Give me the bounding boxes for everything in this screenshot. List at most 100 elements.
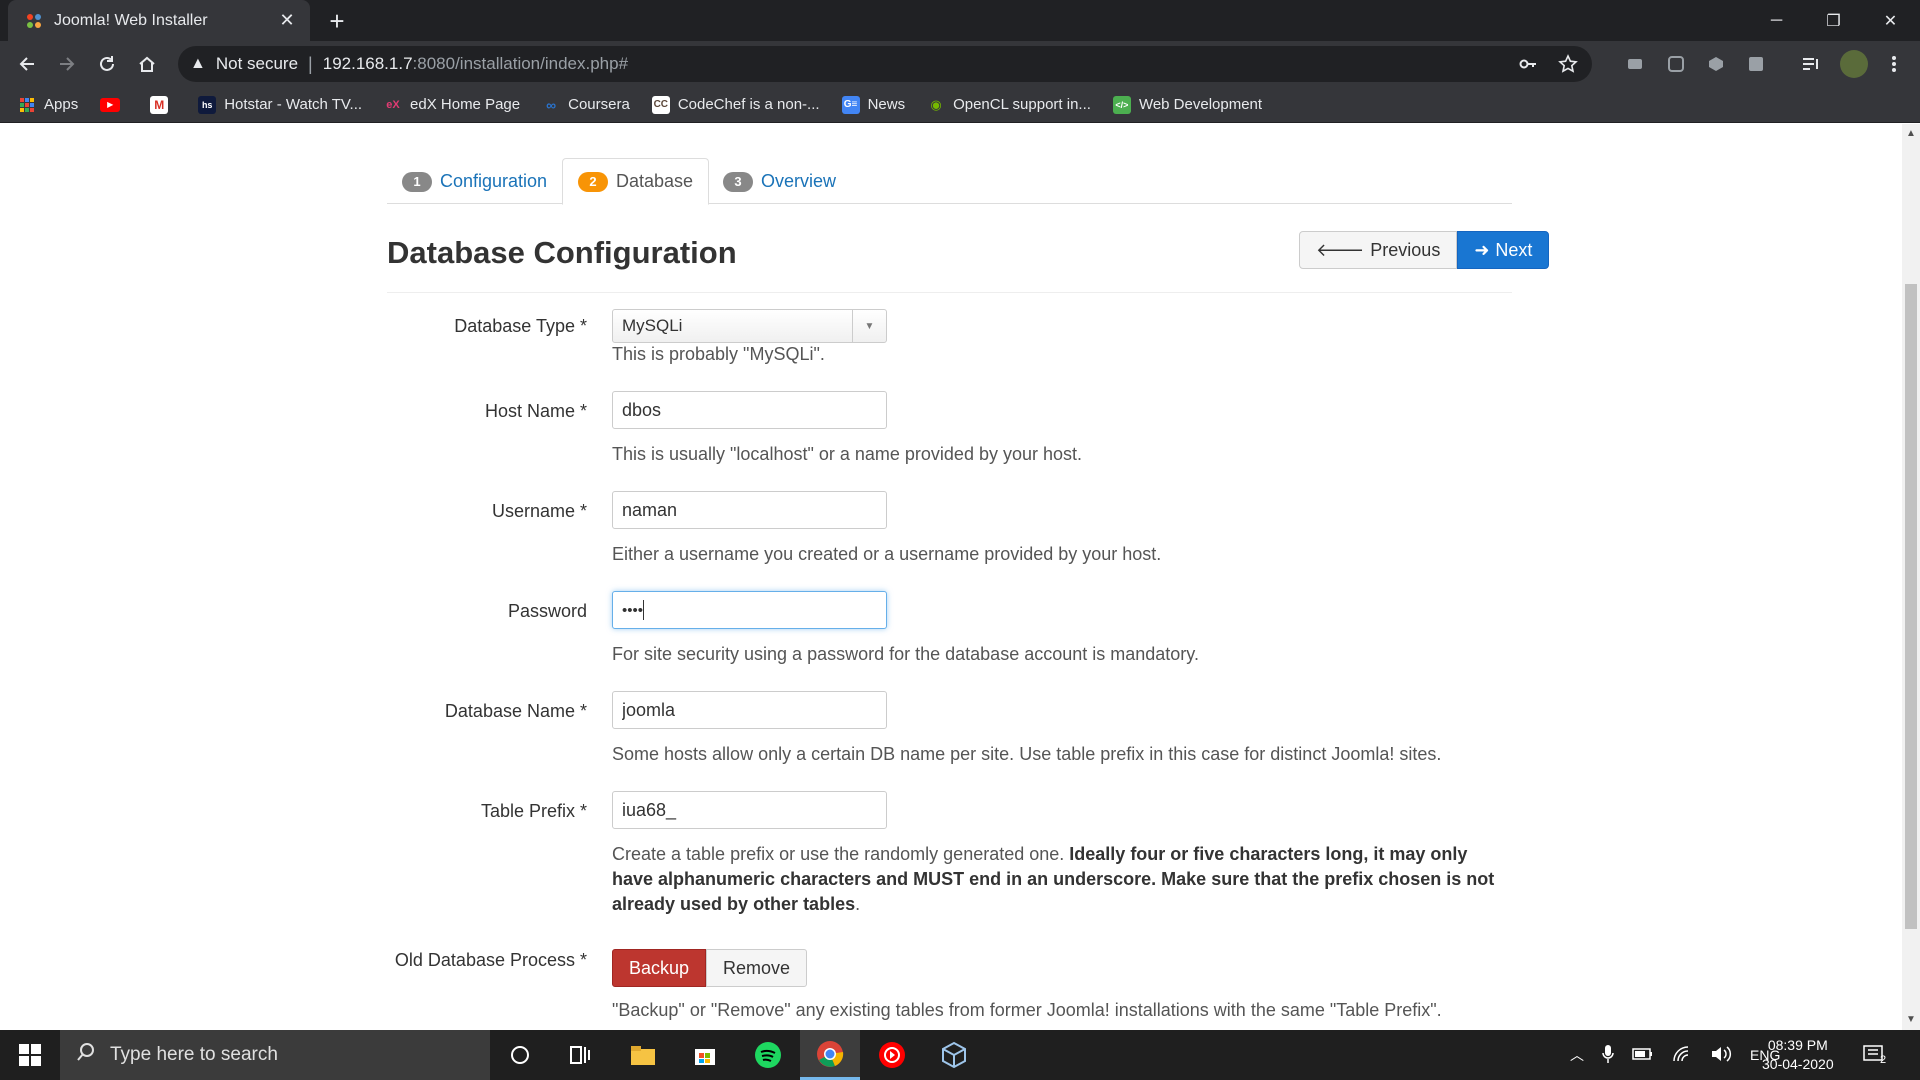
previous-button[interactable]: 🡐 Previous bbox=[1299, 231, 1458, 269]
table-prefix-input[interactable] bbox=[612, 791, 887, 829]
spotify-icon[interactable] bbox=[738, 1030, 798, 1080]
bookmark-gmail[interactable]: M bbox=[150, 95, 176, 114]
bookmark-coursera[interactable]: ∞ Coursera bbox=[542, 96, 630, 114]
scroll-down-icon[interactable]: ▼ bbox=[1906, 1014, 1916, 1025]
tab-title: Joomla! Web Installer bbox=[54, 11, 208, 29]
volume-icon[interactable] bbox=[1710, 1045, 1732, 1066]
tab-close-icon[interactable]: ✕ bbox=[276, 10, 298, 31]
nvidia-icon: ◉ bbox=[930, 96, 942, 112]
browser-tab[interactable]: Joomla! Web Installer ✕ bbox=[8, 0, 310, 41]
file-explorer-icon[interactable] bbox=[613, 1030, 673, 1080]
tab-overview[interactable]: 3 Overview bbox=[708, 158, 851, 205]
key-icon[interactable] bbox=[1518, 54, 1538, 79]
gmail-icon: M bbox=[150, 95, 169, 114]
chevron-up-icon[interactable]: ︿ bbox=[1570, 1045, 1584, 1065]
extension-1-icon[interactable] bbox=[1623, 52, 1647, 76]
backup-button[interactable]: Backup bbox=[612, 949, 707, 987]
bookmark-label: OpenCL support in... bbox=[953, 96, 1091, 113]
step-number-badge: 3 bbox=[723, 171, 753, 192]
bookmark-youtube[interactable]: ▶ bbox=[100, 97, 128, 112]
apps-grid-icon bbox=[18, 96, 36, 114]
tab-label: Database bbox=[616, 171, 694, 191]
reload-button[interactable] bbox=[91, 48, 123, 80]
restore-button[interactable]: ❐ bbox=[1805, 0, 1862, 41]
bookmark-edx[interactable]: eX edX Home Page bbox=[384, 96, 520, 114]
back-button[interactable] bbox=[11, 48, 43, 80]
chrome-taskbar-icon[interactable] bbox=[800, 1030, 860, 1080]
url-separator: | bbox=[308, 53, 313, 74]
codechef-icon: CC bbox=[651, 95, 670, 114]
action-center-button[interactable]: 2 bbox=[1862, 1030, 1886, 1080]
wifi-icon[interactable] bbox=[1672, 1045, 1692, 1065]
cortana-button[interactable] bbox=[490, 1030, 550, 1080]
db-type-value: MySQLi bbox=[622, 316, 683, 335]
search-placeholder: Type here to search bbox=[110, 1044, 278, 1065]
security-label[interactable]: Not secure bbox=[216, 54, 298, 74]
profile-avatar[interactable] bbox=[1840, 50, 1868, 78]
page-content: 1 Configuration 2 Database 3 Overview Da… bbox=[0, 124, 1902, 1030]
next-label: Next bbox=[1495, 239, 1533, 260]
page-title: Database Configuration bbox=[387, 235, 737, 270]
microsoft-store-icon[interactable] bbox=[675, 1030, 735, 1080]
bookmark-apps[interactable]: Apps bbox=[18, 96, 78, 114]
username-label: Username * bbox=[491, 501, 587, 521]
virtualbox-icon[interactable] bbox=[924, 1030, 984, 1080]
battery-icon[interactable] bbox=[1632, 1047, 1654, 1064]
password-input[interactable]: •••• bbox=[612, 591, 887, 629]
chevron-down-icon[interactable]: ▼ bbox=[852, 310, 886, 342]
windows-logo-icon bbox=[19, 1044, 41, 1066]
bookmark-star-icon[interactable] bbox=[1558, 54, 1578, 79]
bookmark-opencl[interactable]: ◉ OpenCL support in... bbox=[927, 96, 1091, 114]
scroll-up-icon[interactable]: ▲ bbox=[1906, 128, 1916, 139]
bookmark-news[interactable]: G≡ News bbox=[841, 95, 906, 114]
microphone-icon[interactable] bbox=[1602, 1044, 1614, 1067]
hotstar-icon: hs bbox=[198, 95, 217, 114]
db-name-label: Database Name * bbox=[444, 701, 587, 721]
menu-kebab-icon[interactable] bbox=[1882, 52, 1906, 76]
tab-configuration[interactable]: 1 Configuration bbox=[387, 158, 562, 205]
forward-button[interactable] bbox=[51, 48, 83, 80]
clock-time: 08:39 PM bbox=[1767, 1037, 1828, 1053]
tab-database[interactable]: 2 Database bbox=[562, 158, 710, 205]
bookmark-label: Hotstar - Watch TV... bbox=[224, 96, 363, 113]
address-bar[interactable]: ▲ Not secure | 192.168.1.7 :8080/install… bbox=[178, 46, 1592, 82]
next-button[interactable]: ➜ Next bbox=[1457, 231, 1550, 269]
bookmark-label: News bbox=[867, 96, 906, 113]
scrollbar-thumb[interactable] bbox=[1905, 284, 1917, 929]
divider bbox=[387, 292, 1512, 293]
bookmark-label: edX Home Page bbox=[410, 96, 521, 113]
bookmark-codechef[interactable]: CC CodeChef is a non-... bbox=[651, 95, 820, 114]
bookmark-label: CodeChef is a non-... bbox=[677, 96, 820, 113]
remove-button[interactable]: Remove bbox=[706, 949, 808, 987]
db-type-label: Database Type * bbox=[454, 316, 587, 336]
edx-icon: eX bbox=[386, 98, 400, 111]
bookmark-label: Coursera bbox=[568, 96, 630, 113]
previous-label: Previous bbox=[1370, 239, 1441, 260]
bookmark-hotstar[interactable]: hs Hotstar - Watch TV... bbox=[198, 95, 363, 114]
taskbar-search[interactable]: Type here to search bbox=[60, 1030, 490, 1080]
youtube-music-icon[interactable] bbox=[862, 1030, 922, 1080]
extension-4-icon[interactable] bbox=[1744, 52, 1768, 76]
clock[interactable]: 08:39 PM 30-04-2020 bbox=[1762, 1036, 1834, 1074]
host-name-label: Host Name * bbox=[484, 401, 587, 421]
media-control-icon[interactable] bbox=[1799, 52, 1823, 76]
warning-icon[interactable]: ▲ bbox=[190, 55, 206, 73]
home-button[interactable] bbox=[131, 48, 163, 80]
extension-2-icon[interactable] bbox=[1664, 52, 1688, 76]
close-window-button[interactable]: ✕ bbox=[1862, 0, 1919, 41]
db-name-input[interactable] bbox=[612, 691, 887, 729]
old-db-help: "Backup" or "Remove" any existing tables… bbox=[612, 1000, 1442, 1020]
start-button[interactable] bbox=[0, 1030, 60, 1080]
bookmarks-bar: Apps ▶ M hs Hotstar - Watch TV... eX edX… bbox=[0, 87, 1920, 123]
page-scrollbar[interactable]: ▲ ▼ bbox=[1902, 124, 1920, 1030]
username-input[interactable] bbox=[612, 491, 887, 529]
task-view-button[interactable] bbox=[550, 1030, 610, 1080]
host-name-input[interactable] bbox=[612, 391, 887, 429]
extension-3-icon[interactable] bbox=[1704, 52, 1728, 76]
prefix-help-plain: Create a table prefix or use the randoml… bbox=[612, 844, 1070, 864]
bookmark-webdev[interactable]: </> Web Development bbox=[1112, 95, 1262, 114]
url-host: 192.168.1.7 bbox=[322, 54, 413, 73]
minimize-button[interactable]: ─ bbox=[1748, 0, 1805, 41]
db-type-select[interactable]: MySQLi ▼ bbox=[612, 309, 887, 343]
new-tab-button[interactable]: + bbox=[322, 6, 352, 36]
